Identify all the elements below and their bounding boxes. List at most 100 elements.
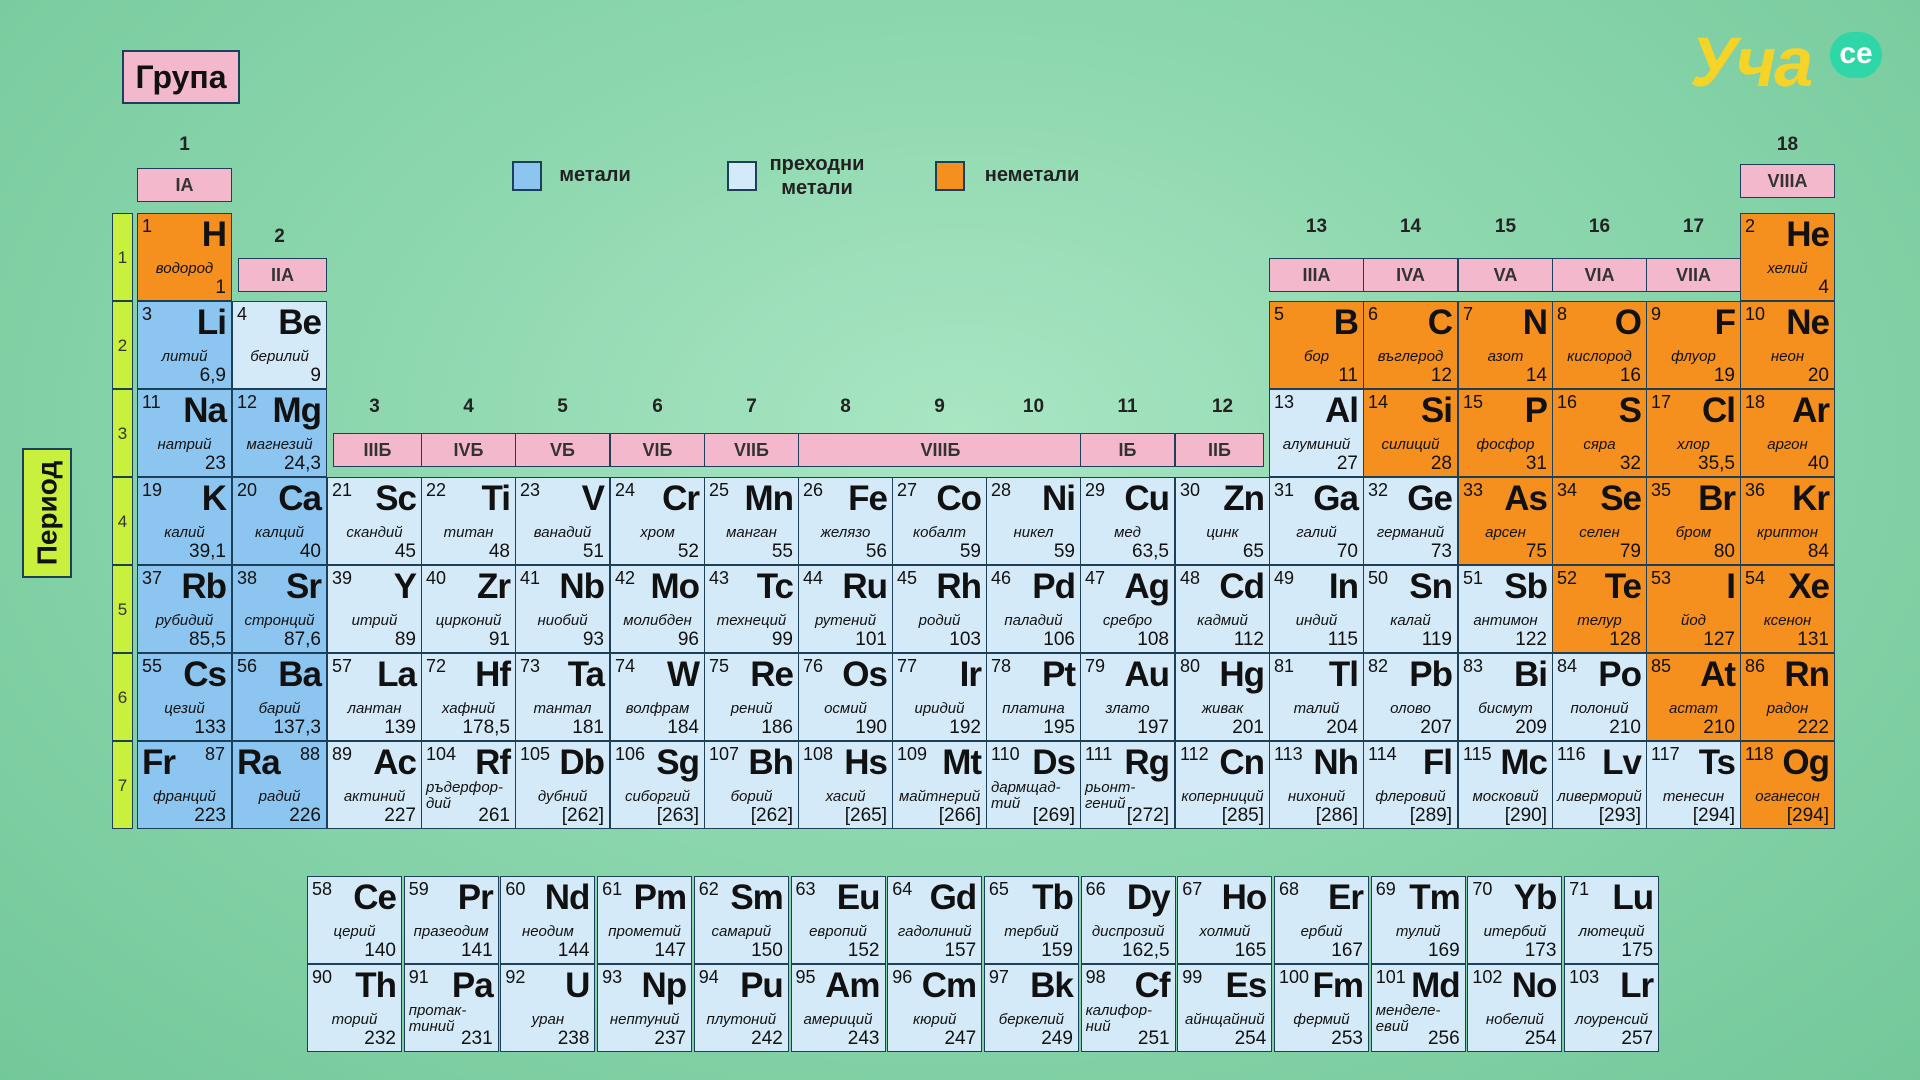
element-cell-ar[interactable]: 18 Ar аргон 40 [1740,389,1835,477]
element-cell-es[interactable]: 99 Es айнщайний 254 [1177,964,1273,1052]
element-cell-dy[interactable]: 66 Dy диспрозий 162,5 [1080,876,1176,964]
element-cell-ta[interactable]: 73 Ta тантал 181 [515,653,610,741]
element-cell-s[interactable]: 16 Sсяра 32 [1552,389,1647,477]
element-cell-au[interactable]: 79 Au злато 197 [1080,653,1175,741]
element-cell-lr[interactable]: 103 Lr лоуренсий 257 [1564,964,1660,1052]
element-cell-ac[interactable]: 89 Ac актиний 227 [327,741,422,829]
element-cell-sn[interactable]: 50 Sn калай 119 [1363,565,1458,653]
element-cell-la[interactable]: 57 La лантан 139 [327,653,422,741]
element-cell-fr[interactable]: 87 Fr франций 223 [137,741,232,829]
element-cell-mo[interactable]: 42 Mo молибден 96 [610,565,705,653]
element-cell-cf[interactable]: 98 Cf калифор- ний 251 [1080,964,1176,1052]
element-cell-cd[interactable]: 48 Cd кадмий 112 [1175,565,1270,653]
element-cell-mg[interactable]: 12 Mg магнезий 24,3 [232,389,327,477]
element-cell-xe[interactable]: 54 Xe ксенон 131 [1740,565,1835,653]
element-cell-kr[interactable]: 36 Kr криптон 84 [1740,477,1835,565]
element-cell-ts[interactable]: 117 Ts тенесин [294] [1646,741,1741,829]
element-cell-rg[interactable]: 111 Rg рьонт- гений [272] [1080,741,1175,829]
element-cell-pr[interactable]: 59 Pr празеодим 141 [403,876,499,964]
element-cell-lu[interactable]: 71 Lu лютеций 175 [1564,876,1660,964]
element-cell-li[interactable]: 3 Li литий 6,9 [137,301,232,389]
element-cell-nd[interactable]: 60 Nd неодим 144 [500,876,596,964]
element-cell-rh[interactable]: 45 Rh родий 103 [892,565,987,653]
element-cell-ca[interactable]: 20 Ca калций 40 [232,477,327,565]
element-cell-na[interactable]: 11 Na натрий 23 [137,389,232,477]
element-cell-th[interactable]: 90 Th торий 232 [307,964,402,1052]
element-cell-tm[interactable]: 69 Tm тулий 169 [1370,876,1466,964]
element-cell-v[interactable]: 23 Vванадий 51 [515,477,610,565]
element-cell-rb[interactable]: 37 Rb рубидий 85,5 [137,565,232,653]
element-cell-u[interactable]: 92 Uуран 238 [500,964,596,1052]
element-cell-ho[interactable]: 67 Ho холмий 165 [1177,876,1273,964]
element-cell-pd[interactable]: 46 Pd паладий 106 [986,565,1081,653]
element-cell-rf[interactable]: 104 Rf ръдерфор- дий 261 [421,741,516,829]
element-cell-zr[interactable]: 40 Zr цирконий 91 [421,565,516,653]
element-cell-c[interactable]: 6 Cвъглерод 12 [1363,301,1458,389]
element-cell-bh[interactable]: 107 Bh борий [262] [704,741,799,829]
element-cell-f[interactable]: 9 Fфлуор 19 [1646,301,1741,389]
element-cell-b[interactable]: 5 Bбор 11 [1269,301,1364,389]
element-cell-hg[interactable]: 80 Hg живак 201 [1175,653,1270,741]
element-cell-in[interactable]: 49 In индий 115 [1269,565,1364,653]
element-cell-mt[interactable]: 109 Mt майтнерий [266] [892,741,987,829]
element-cell-w[interactable]: 74 Wволфрам 184 [610,653,705,741]
element-cell-n[interactable]: 7 Nазот 14 [1458,301,1553,389]
element-cell-i[interactable]: 53 Iйод 127 [1646,565,1741,653]
element-cell-fe[interactable]: 26 Fe желязо 56 [798,477,893,565]
element-cell-eu[interactable]: 63 Eu европий 152 [790,876,886,964]
element-cell-bi[interactable]: 83 Bi бисмут 209 [1458,653,1553,741]
element-cell-cs[interactable]: 55 Cs цезий 133 [137,653,232,741]
element-cell-pt[interactable]: 78 Pt платина 195 [986,653,1081,741]
element-cell-co[interactable]: 27 Co кобалт 59 [892,477,987,565]
element-cell-cu[interactable]: 29 Cu мед 63,5 [1080,477,1175,565]
element-cell-cl[interactable]: 17 Cl хлор 35,5 [1646,389,1741,477]
element-cell-hf[interactable]: 72 Hf хафний 178,5 [421,653,516,741]
element-cell-sm[interactable]: 62 Sm самарий 150 [693,876,789,964]
element-cell-cr[interactable]: 24 Cr хром 52 [610,477,705,565]
element-cell-ra[interactable]: 88 Ra радий 226 [232,741,327,829]
element-cell-bk[interactable]: 97 Bk беркелий 249 [983,964,1079,1052]
element-cell-tb[interactable]: 65 Tb тербий 159 [983,876,1079,964]
element-cell-tc[interactable]: 43 Tc технеций 99 [704,565,799,653]
element-cell-fl[interactable]: 114 Fl флеровий [289] [1363,741,1458,829]
element-cell-he[interactable]: 2 He хелий 4 [1740,213,1835,301]
element-cell-er[interactable]: 68 Er ербий 167 [1274,876,1369,964]
element-cell-sg[interactable]: 106 Sg сиборгий [263] [610,741,705,829]
element-cell-cn[interactable]: 112 Cn коперниций [285] [1175,741,1270,829]
element-cell-p[interactable]: 15 Pфосфор 31 [1458,389,1553,477]
element-cell-ne[interactable]: 10 Ne неон 20 [1740,301,1835,389]
element-cell-ru[interactable]: 44 Ru рутений 101 [798,565,893,653]
element-cell-o[interactable]: 8 Oкислород 16 [1552,301,1647,389]
element-cell-og[interactable]: 118 Og оганесон [294] [1740,741,1835,829]
element-cell-cm[interactable]: 96 Cm кюрий 247 [887,964,983,1052]
element-cell-al[interactable]: 13 Al алуминий 27 [1269,389,1364,477]
element-cell-pa[interactable]: 91 Pa протак- тиний 231 [403,964,499,1052]
element-cell-si[interactable]: 14 Si силиций 28 [1363,389,1458,477]
element-cell-ge[interactable]: 32 Ge германий 73 [1363,477,1458,565]
element-cell-ce[interactable]: 58 Ce церий 140 [307,876,402,964]
element-cell-te[interactable]: 52 Te телур 128 [1552,565,1647,653]
element-cell-lv[interactable]: 116 Lv ливерморий [293] [1552,741,1647,829]
element-cell-as[interactable]: 33 As арсен 75 [1458,477,1553,565]
element-cell-re[interactable]: 75 Re рений 186 [704,653,799,741]
element-cell-h[interactable]: 1 Hводород 1 [137,213,232,301]
element-cell-k[interactable]: 19 Kкалий 39,1 [137,477,232,565]
element-cell-pu[interactable]: 94 Pu плутоний 242 [693,964,789,1052]
element-cell-tl[interactable]: 81 Tl талий 204 [1269,653,1364,741]
element-cell-mc[interactable]: 115 Mc московий [290] [1458,741,1553,829]
element-cell-sb[interactable]: 51 Sb антимон 122 [1458,565,1553,653]
element-cell-pm[interactable]: 61 Pm прометий 147 [597,876,693,964]
element-cell-zn[interactable]: 30 Zn цинк 65 [1175,477,1270,565]
element-cell-np[interactable]: 93 Np нептуний 237 [597,964,693,1052]
element-cell-yb[interactable]: 70 Yb итербий 173 [1467,876,1563,964]
element-cell-sc[interactable]: 21 Sc скандий 45 [327,477,422,565]
element-cell-fm[interactable]: 100 Fm фермий 253 [1274,964,1369,1052]
element-cell-at[interactable]: 85 At астат 210 [1646,653,1741,741]
element-cell-os[interactable]: 76 Os осмий 190 [798,653,893,741]
element-cell-po[interactable]: 84 Po полоний 210 [1552,653,1647,741]
element-cell-no[interactable]: 102 No нобелий 254 [1467,964,1563,1052]
element-cell-se[interactable]: 34 Se селен 79 [1552,477,1647,565]
element-cell-nh[interactable]: 113 Nh нихоний [286] [1269,741,1364,829]
element-cell-ti[interactable]: 22 Ti титан 48 [421,477,516,565]
element-cell-ir[interactable]: 77 Ir иридий 192 [892,653,987,741]
